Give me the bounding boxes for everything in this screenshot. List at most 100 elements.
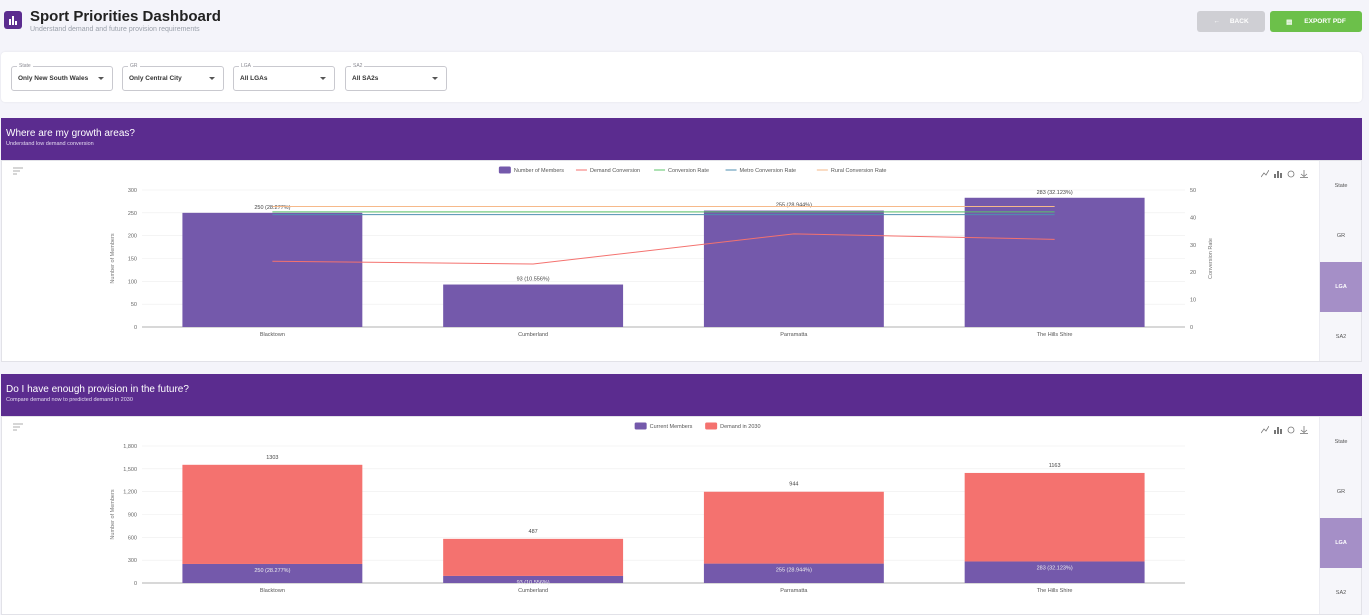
panel-title: Where are my growth areas? xyxy=(6,128,135,139)
back-button-label: BACK xyxy=(1229,18,1249,25)
state-select[interactable]: State Only New South Wales xyxy=(11,63,113,91)
x-tick-label: Blacktown xyxy=(260,332,285,338)
data-label: 283 (32.123%) xyxy=(1037,190,1073,196)
y-tick-label: 200 xyxy=(128,234,137,240)
data-label: 255 (28.944%) xyxy=(776,568,812,574)
level-tabs: State GR LGA SA2 xyxy=(1319,417,1362,615)
growth-areas-chart-panel: Number of Members Demand Conversion Conver… xyxy=(1,160,1362,362)
y-tick-label: 150 xyxy=(128,257,137,263)
legend-label: Demand Conversion xyxy=(590,168,640,174)
y-tick-label: 100 xyxy=(128,279,137,285)
y2-tick-label: 0 xyxy=(1190,325,1193,331)
data-label: 255 (28.944%) xyxy=(776,203,812,209)
panel-subtitle: Understand low demand conversion xyxy=(6,141,94,147)
data-label: 283 (32.123%) xyxy=(1037,565,1073,571)
future-provision-chart: Current Members Demand in 2030 0 300 600 900 1… xyxy=(110,422,1185,594)
legend-swatch xyxy=(634,422,647,430)
y-tick-label: 0 xyxy=(134,325,137,331)
sa2-select-value: All SA2s xyxy=(352,75,379,82)
tab-sa2[interactable]: SA2 xyxy=(1320,568,1362,615)
tab-state[interactable]: State xyxy=(1320,161,1362,211)
y-tick-label: 1,200 xyxy=(123,490,137,496)
lga-select-label: LGA xyxy=(239,63,254,69)
data-label: 1163 xyxy=(1049,463,1061,469)
bar xyxy=(703,210,884,327)
legend-label: Number of Members xyxy=(514,168,564,174)
y-tick-label: 50 xyxy=(131,302,137,308)
bar xyxy=(964,472,1145,562)
page-subtitle: Understand demand and future provision r… xyxy=(30,26,200,33)
y-tick-label: 1,800 xyxy=(123,444,137,450)
y-tick-label: 300 xyxy=(128,188,137,194)
panel-subtitle: Compare demand now to predicted demand i… xyxy=(6,397,133,403)
y2-tick-label: 20 xyxy=(1190,270,1196,276)
legend-swatch xyxy=(705,422,718,430)
gr-select[interactable]: GR Only Central City xyxy=(122,63,224,91)
panel-title: Do I have enough provision in the future… xyxy=(6,384,189,395)
y-tick-label: 300 xyxy=(128,558,137,564)
y-axis-title: Number of Members xyxy=(110,489,116,539)
state-select-label: State xyxy=(17,63,33,69)
future-provision-chart-panel: Current Members Demand in 2030 0 300 600 900 1… xyxy=(1,416,1362,615)
level-tabs: State GR LGA SA2 xyxy=(1319,161,1362,362)
legend-label: Demand in 2030 xyxy=(720,424,760,430)
y2-tick-label: 50 xyxy=(1190,188,1196,194)
data-label: 487 xyxy=(529,529,538,535)
app-header: Sport Priorities Dashboard Understand de… xyxy=(0,0,1369,44)
bar xyxy=(443,538,624,576)
sa2-select-label: SA2 xyxy=(351,63,365,69)
chevron-down-icon xyxy=(320,77,326,80)
y-tick-label: 600 xyxy=(128,535,137,541)
x-tick-label: Cumberland xyxy=(518,588,548,594)
x-tick-label: Blacktown xyxy=(260,588,285,594)
data-label: 1303 xyxy=(266,455,278,461)
tab-lga[interactable]: LGA xyxy=(1320,518,1362,568)
data-label: 250 (28.277%) xyxy=(254,205,290,211)
tab-lga[interactable]: LGA xyxy=(1320,262,1362,312)
data-label: 93 (10.556%) xyxy=(517,580,550,586)
tab-sa2[interactable]: SA2 xyxy=(1320,312,1362,362)
export-pdf-button[interactable]: ▤ EXPORT PDF xyxy=(1270,11,1362,32)
sa2-select[interactable]: SA2 All SA2s xyxy=(345,63,447,91)
back-button[interactable]: ← BACK xyxy=(1197,11,1265,32)
chevron-down-icon xyxy=(432,77,438,80)
growth-areas-header: Where are my growth areas? Understand lo… xyxy=(1,118,1362,160)
tab-state[interactable]: State xyxy=(1320,417,1362,467)
series-line xyxy=(272,233,1055,265)
y-tick-label: 900 xyxy=(128,513,137,519)
lga-select-value: All LGAs xyxy=(240,75,268,82)
x-tick-label: The Hills Shire xyxy=(1037,588,1073,594)
future-provision-header: Do I have enough provision in the future… xyxy=(1,374,1362,416)
growth-areas-chart: Number of Members Demand Conversion Conver… xyxy=(110,166,1214,338)
gr-select-label: GR xyxy=(128,63,140,69)
page-title: Sport Priorities Dashboard xyxy=(30,8,221,25)
y2-tick-label: 30 xyxy=(1190,243,1196,249)
legend-swatch xyxy=(498,166,511,174)
chevron-down-icon xyxy=(209,77,215,80)
x-tick-label: Parramatta xyxy=(780,332,808,338)
legend-label: Conversion Rate xyxy=(668,168,709,174)
tab-gr[interactable]: GR xyxy=(1320,467,1362,517)
y2-tick-label: 40 xyxy=(1190,215,1196,221)
y-tick-label: 0 xyxy=(134,581,137,587)
x-tick-label: Parramatta xyxy=(780,588,808,594)
back-arrow-icon: ← xyxy=(1213,18,1220,25)
y-tick-label: 1,500 xyxy=(123,467,137,473)
lga-select[interactable]: LGA All LGAs xyxy=(233,63,335,91)
chart-logo-icon xyxy=(4,11,22,29)
filter-panel: State Only New South Wales GR Only Centr… xyxy=(1,52,1362,102)
data-label: 250 (28.277%) xyxy=(254,568,290,574)
tab-gr[interactable]: GR xyxy=(1320,211,1362,261)
legend-label: Current Members xyxy=(650,424,693,430)
y-tick-label: 250 xyxy=(128,211,137,217)
export-icon: ▤ xyxy=(1286,18,1293,26)
gr-select-value: Only Central City xyxy=(129,75,182,82)
bar xyxy=(182,464,363,564)
data-label: 944 xyxy=(789,482,798,488)
x-tick-label: Cumberland xyxy=(518,332,548,338)
legend-label: Metro Conversion Rate xyxy=(740,168,797,174)
bar xyxy=(443,284,624,327)
y2-axis-title: Conversion Rate xyxy=(1208,238,1214,279)
bar xyxy=(182,212,363,327)
y-axis-title: Number of Members xyxy=(110,233,116,283)
